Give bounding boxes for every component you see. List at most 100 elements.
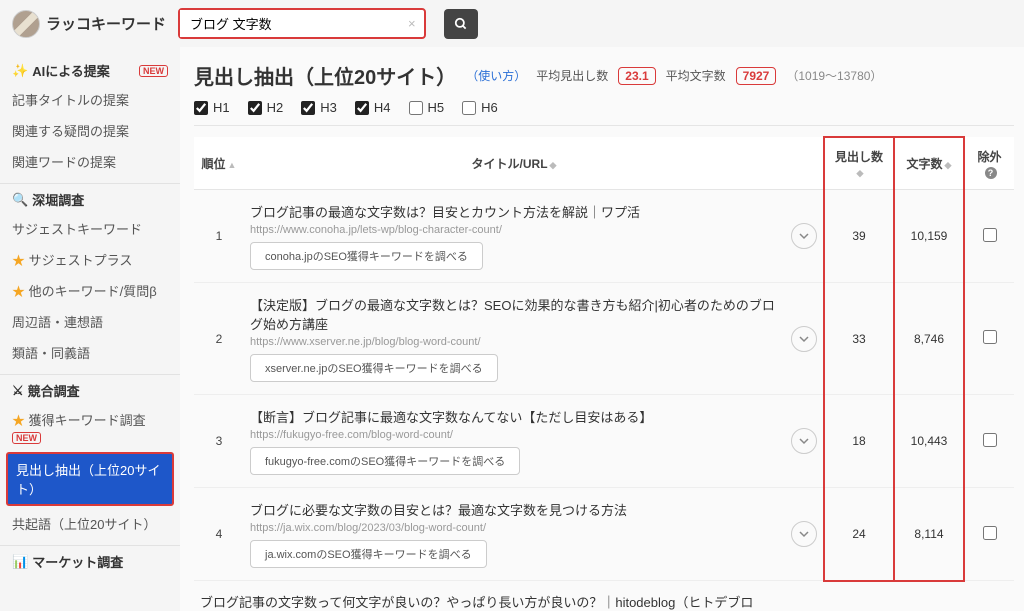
sidebar-item[interactable]: ★ サジェストプラス xyxy=(0,244,180,275)
result-url[interactable]: https://ja.wix.com/blog/2023/03/blog-wor… xyxy=(250,522,778,534)
sidebar-item[interactable]: ★ 他のキーワード/質問β xyxy=(0,275,180,306)
result-url[interactable]: https://www.conoha.jp/lets-wp/blog-chara… xyxy=(250,224,778,236)
checkbox[interactable] xyxy=(301,101,315,115)
clear-icon[interactable]: × xyxy=(400,16,424,31)
keyword-research-button[interactable]: xserver.ne.jpのSEO獲得キーワードを調べる xyxy=(250,354,498,382)
result-title[interactable]: ブログ記事の最適な文字数は？目安とカウント方法を解説｜ワプ活 xyxy=(250,202,778,221)
checkbox[interactable] xyxy=(248,101,262,115)
filter-h5[interactable]: H5 xyxy=(409,100,445,115)
sidebar-item[interactable]: 周辺語・連想語 xyxy=(0,306,180,337)
keyword-research-button[interactable]: fukugyo-free.comのSEO獲得キーワードを調べる xyxy=(250,447,520,475)
star-icon: ★ xyxy=(12,413,25,428)
expand-cell xyxy=(784,395,824,488)
headings-count: 39 xyxy=(824,190,894,283)
heading-filters: H1 H2 H3 H4 H5 H6 xyxy=(194,100,1014,126)
result-title[interactable]: 【決定版】ブログの最適な文字数とは？SEOに効果的な書き方も紹介|初心者のための… xyxy=(250,295,778,333)
keyword-research-button[interactable]: conoha.jpのSEO獲得キーワードを調べる xyxy=(250,242,483,270)
filter-label: H6 xyxy=(481,100,498,115)
section-icon: ✨ xyxy=(12,63,28,79)
col-expand xyxy=(784,137,824,190)
sidebar-item-label: サジェストプラス xyxy=(29,253,133,268)
sidebar-item[interactable]: 見出し抽出（上位20サイト） xyxy=(6,452,174,506)
result-url[interactable]: https://www.xserver.ne.jp/blog/blog-word… xyxy=(250,336,778,348)
exclude-cell xyxy=(964,395,1014,488)
result-url[interactable]: https://fukugyo-free.com/blog-word-count… xyxy=(250,429,778,441)
cutoff-row: ブログ記事の文字数って何文字が良いの？やっぱり長い方が良いの？｜hitodebl… xyxy=(194,582,1014,611)
exclude-checkbox[interactable] xyxy=(983,330,997,344)
new-badge: NEW xyxy=(139,65,168,77)
checkbox[interactable] xyxy=(409,101,423,115)
headings-count: 18 xyxy=(824,395,894,488)
sidebar-item[interactable]: 記事タイトルの提案 xyxy=(0,84,180,115)
char-count: 10,159 xyxy=(894,190,964,283)
results-table: 順位▲ タイトル/URL◆ 見出し数◆ 文字数◆ 除外? 1 ブログ記事の最適な… xyxy=(194,136,1014,582)
checkbox[interactable] xyxy=(462,101,476,115)
exclude-checkbox[interactable] xyxy=(983,526,997,540)
section-title: 深堀調査 xyxy=(32,190,84,209)
star-icon: ★ xyxy=(12,253,25,268)
result-title[interactable]: 【断言】ブログ記事に最適な文字数なんてない【ただし目安はある】 xyxy=(250,407,778,426)
headings-count: 33 xyxy=(824,283,894,395)
filter-label: H5 xyxy=(428,100,445,115)
sidebar-item-label: 獲得キーワード調査 xyxy=(29,413,146,428)
headings-count: 24 xyxy=(824,488,894,581)
usage-link[interactable]: （使い方） xyxy=(466,67,526,84)
otter-icon xyxy=(12,10,40,38)
section-title: マーケット調査 xyxy=(32,552,123,571)
sidebar-section: ✨AIによる提案NEW xyxy=(0,55,180,84)
checkbox[interactable] xyxy=(355,101,369,115)
sidebar-section: 🔍深堀調査 xyxy=(0,183,180,213)
char-count: 8,746 xyxy=(894,283,964,395)
help-icon[interactable]: ? xyxy=(985,167,997,179)
main-content: 見出し抽出（上位20サイト） （使い方） 平均見出し数 23.1 平均文字数 7… xyxy=(180,47,1024,611)
search-input[interactable] xyxy=(180,10,400,37)
exclude-checkbox[interactable] xyxy=(983,433,997,447)
sidebar-item-label: 関連する疑問の提案 xyxy=(12,124,129,139)
search-box[interactable]: × xyxy=(178,8,426,39)
table-row: 2 【決定版】ブログの最適な文字数とは？SEOに効果的な書き方も紹介|初心者のた… xyxy=(194,283,1014,395)
sidebar-item-label: 見出し抽出（上位20サイト） xyxy=(16,463,160,497)
sidebar-item[interactable]: 類語・同義語 xyxy=(0,337,180,368)
filter-h4[interactable]: H4 xyxy=(355,100,391,115)
search-button[interactable] xyxy=(444,9,478,39)
section-icon: 📊 xyxy=(12,554,28,570)
filter-h1[interactable]: H1 xyxy=(194,100,230,115)
sidebar-item[interactable]: ★ 獲得キーワード調査NEW xyxy=(0,404,180,450)
keyword-research-button[interactable]: ja.wix.comのSEO獲得キーワードを調べる xyxy=(250,540,487,568)
char-count: 10,443 xyxy=(894,395,964,488)
star-icon: ★ xyxy=(12,284,25,299)
brand-logo: ラッコキーワード xyxy=(12,10,166,38)
sidebar-item[interactable]: 共起語（上位20サイト） xyxy=(0,508,180,539)
title-cell: ブログ記事の最適な文字数は？目安とカウント方法を解説｜ワプ活 https://w… xyxy=(244,190,784,283)
expand-button[interactable] xyxy=(791,521,817,547)
result-title[interactable]: ブログに必要な文字数の目安とは？最適な文字数を見つける方法 xyxy=(250,500,778,519)
rank-cell: 4 xyxy=(194,488,244,581)
sidebar-item-label: 周辺語・連想語 xyxy=(12,315,103,330)
char-range: （1019～13780） xyxy=(786,67,882,84)
filter-h3[interactable]: H3 xyxy=(301,100,337,115)
exclude-checkbox[interactable] xyxy=(983,228,997,242)
col-chars[interactable]: 文字数◆ xyxy=(894,137,964,190)
exclude-cell xyxy=(964,190,1014,283)
expand-button[interactable] xyxy=(791,223,817,249)
expand-button[interactable] xyxy=(791,428,817,454)
sidebar-section: ⚔競合調査 xyxy=(0,374,180,404)
expand-button[interactable] xyxy=(791,326,817,352)
col-rank[interactable]: 順位▲ xyxy=(194,137,244,190)
section-title: 競合調査 xyxy=(28,381,80,400)
col-title[interactable]: タイトル/URL◆ xyxy=(244,137,784,190)
filter-label: H1 xyxy=(213,100,230,115)
section-icon: ⚔ xyxy=(12,383,24,399)
sidebar-item[interactable]: サジェストキーワード xyxy=(0,213,180,244)
sidebar-item-label: サジェストキーワード xyxy=(12,222,142,237)
col-headings[interactable]: 見出し数◆ xyxy=(824,137,894,190)
col-exclude: 除外? xyxy=(964,137,1014,190)
expand-cell xyxy=(784,190,824,283)
checkbox[interactable] xyxy=(194,101,208,115)
sidebar-item[interactable]: 関連ワードの提案 xyxy=(0,146,180,177)
filter-h2[interactable]: H2 xyxy=(248,100,284,115)
avg-headings-label: 平均見出し数 xyxy=(536,67,608,84)
sidebar-item[interactable]: 関連する疑問の提案 xyxy=(0,115,180,146)
filter-h6[interactable]: H6 xyxy=(462,100,498,115)
char-count: 8,114 xyxy=(894,488,964,581)
